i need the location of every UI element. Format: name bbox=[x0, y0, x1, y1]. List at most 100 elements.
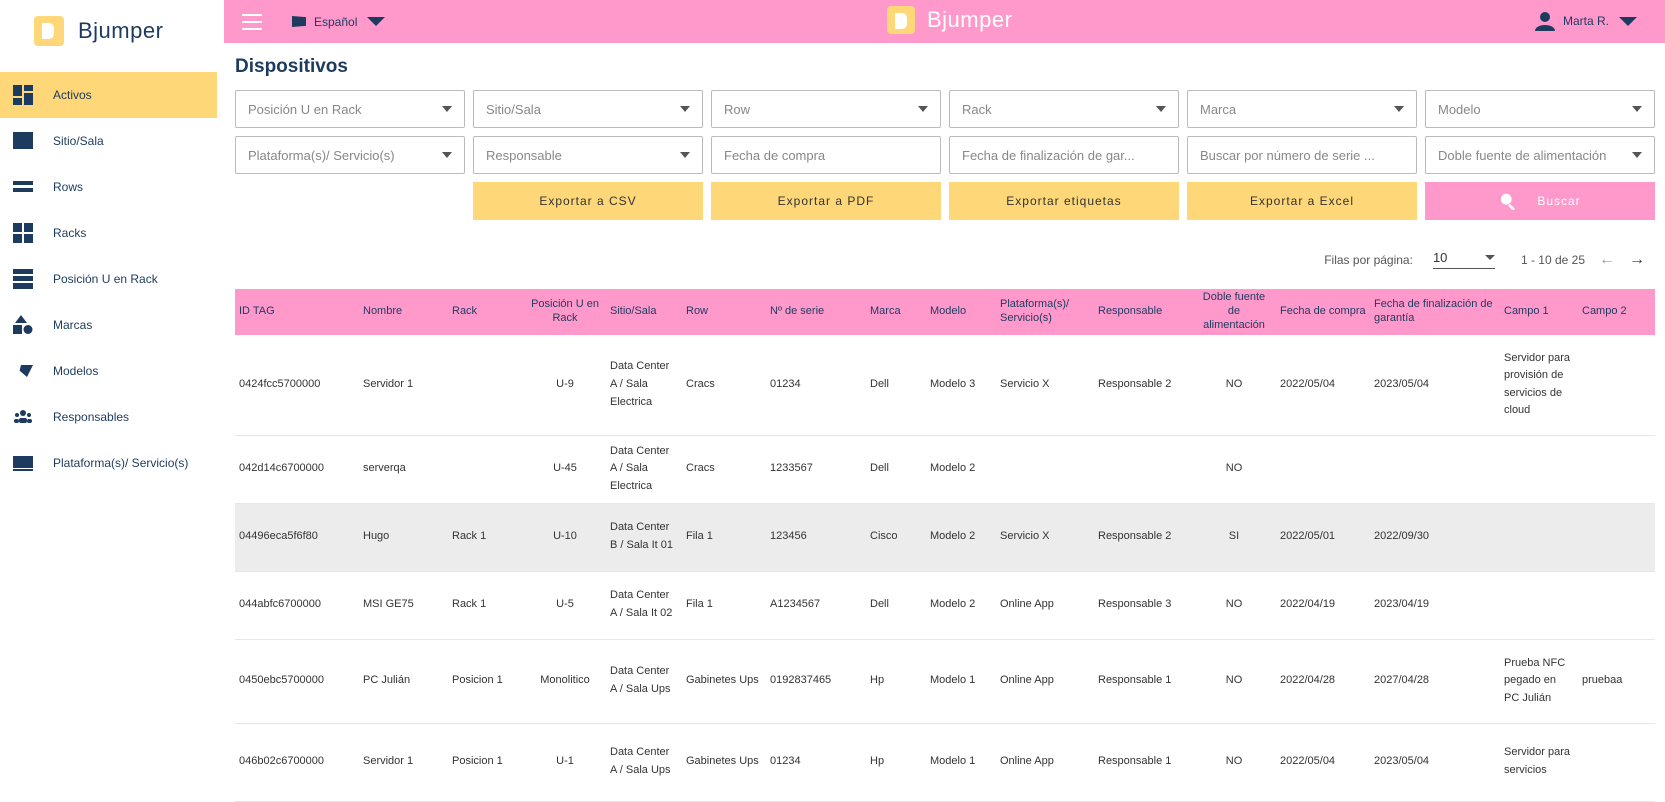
purchase-date-field[interactable] bbox=[724, 147, 928, 163]
filter-rack[interactable]: Rack bbox=[949, 90, 1179, 128]
column-header[interactable]: Nombre bbox=[359, 289, 448, 335]
table-cell: Servidor 1 bbox=[359, 723, 448, 802]
sidebar-item-modelos[interactable]: Modelos bbox=[0, 348, 217, 394]
model-icon bbox=[12, 360, 34, 382]
table-cell: Data Center A / Sala It 02 bbox=[606, 571, 682, 640]
column-header[interactable]: Nº de serie bbox=[766, 289, 866, 335]
export-excel-button[interactable]: Exportar a Excel bbox=[1187, 182, 1417, 220]
filter-doble-fuente[interactable]: Doble fuente de alimentación bbox=[1425, 136, 1655, 174]
language-label: Español bbox=[314, 14, 358, 29]
table-cell bbox=[1578, 723, 1655, 802]
column-header[interactable]: Sitio/Sala bbox=[606, 289, 682, 335]
export-csv-button[interactable]: Exportar a CSV bbox=[473, 182, 703, 220]
sidebar-item-racks[interactable]: Racks bbox=[0, 210, 217, 256]
next-page-icon[interactable]: → bbox=[1629, 251, 1645, 269]
sidebar-item-plataformas[interactable]: Plataforma(s)/ Servicio(s) bbox=[0, 440, 217, 486]
column-header[interactable]: Marca bbox=[866, 289, 926, 335]
table-cell bbox=[448, 335, 524, 436]
filter-sitio-sala[interactable]: Sitio/Sala bbox=[473, 90, 703, 128]
table-cell: Servicio X bbox=[996, 335, 1094, 436]
table-row[interactable]: 042d14c6700000 serverqa U-45 Data Center A … bbox=[235, 435, 1655, 504]
filters-panel: Posición U en Rack Sitio/Sala Row Rack M… bbox=[235, 90, 1665, 220]
column-header[interactable]: Doble fuente de alimentación bbox=[1192, 289, 1276, 335]
table-row[interactable]: 04496eca5f6f80 Hugo Rack 1 U-10 Data Center … bbox=[235, 503, 1655, 572]
monitor-icon bbox=[12, 452, 34, 474]
sidebar-item-label: Modelos bbox=[53, 364, 99, 378]
previous-page-icon[interactable]: ← bbox=[1599, 251, 1615, 269]
column-header[interactable]: Posición U en Rack bbox=[524, 289, 606, 335]
filter-modelo[interactable]: Modelo bbox=[1425, 90, 1655, 128]
table-cell: Modelo 2 bbox=[926, 571, 996, 640]
grid-icon bbox=[12, 222, 34, 244]
serial-search-input[interactable] bbox=[1187, 136, 1417, 174]
column-header[interactable]: Responsable bbox=[1094, 289, 1192, 335]
table-cell: 123456 bbox=[766, 503, 866, 572]
table-cell bbox=[1500, 571, 1578, 640]
dropdown-arrow-icon bbox=[442, 152, 452, 158]
column-header[interactable]: ID TAG bbox=[235, 289, 359, 335]
column-header[interactable]: Rack bbox=[448, 289, 524, 335]
export-pdf-button[interactable]: Exportar a PDF bbox=[711, 182, 941, 220]
bjumper-logo-icon bbox=[34, 16, 64, 46]
table-cell bbox=[1370, 435, 1500, 504]
table-cell: Responsable 1 bbox=[1094, 723, 1192, 802]
table-row[interactable]: 0450ebc5700000 PC Julián Posicion 1 Monolit… bbox=[235, 639, 1655, 724]
topbar-brand-name: Bjumper bbox=[927, 7, 1013, 32]
table-cell bbox=[1578, 435, 1655, 504]
chevron-down-icon bbox=[367, 17, 386, 26]
table-cell: Dell bbox=[866, 435, 926, 504]
table-cell: NO bbox=[1192, 639, 1276, 724]
table-row[interactable]: 044abfc6700000 MSI GE75 Rack 1 U-5 Data Cent… bbox=[235, 571, 1655, 640]
column-header[interactable]: Fecha de finalización de garantía bbox=[1370, 289, 1500, 335]
sidebar-item-posicion-u[interactable]: Posición U en Rack bbox=[0, 256, 217, 302]
devices-table: ID TAG Nombre Rack Posición U en Rack Si… bbox=[235, 289, 1655, 802]
table-cell: 2022/05/01 bbox=[1276, 503, 1370, 572]
user-menu[interactable]: Marta R. bbox=[1534, 11, 1637, 31]
table-cell: 04496eca5f6f80 bbox=[235, 503, 359, 572]
table-cell: Data Center A / Sala Electrica bbox=[606, 335, 682, 436]
table-cell: U-45 bbox=[524, 435, 606, 504]
column-header[interactable]: Campo 1 bbox=[1500, 289, 1578, 335]
table-row[interactable]: 046b02c6700000 Servidor 1 Posicion 1 U-1 Dat… bbox=[235, 723, 1655, 802]
filter-marca[interactable]: Marca bbox=[1187, 90, 1417, 128]
sidebar-item-label: Activos bbox=[53, 88, 92, 102]
column-header[interactable]: Fecha de compra bbox=[1276, 289, 1370, 335]
rows-per-page-select[interactable]: 10 bbox=[1432, 250, 1495, 269]
table-cell: serverqa bbox=[359, 435, 448, 504]
filter-row[interactable]: Row bbox=[711, 90, 941, 128]
table-cell: Servidor para provisión de servicios de … bbox=[1500, 335, 1578, 436]
sidebar-brand[interactable]: Bjumper bbox=[0, 0, 217, 62]
table-cell: Cisco bbox=[866, 503, 926, 572]
warranty-end-field[interactable] bbox=[962, 147, 1166, 163]
sidebar-item-activos[interactable]: Activos bbox=[0, 72, 217, 118]
serial-search-field[interactable] bbox=[1200, 147, 1404, 163]
table-cell bbox=[1578, 335, 1655, 436]
table-body: 0424fcc5700000 Servidor 1 U-9 Data Center A… bbox=[235, 335, 1655, 802]
column-header[interactable]: Plataforma(s)/ Servicio(s) bbox=[996, 289, 1094, 335]
search-button[interactable]: Buscar bbox=[1425, 182, 1655, 220]
language-selector[interactable]: Español bbox=[292, 14, 386, 29]
sidebar-item-responsables[interactable]: Responsables bbox=[0, 394, 217, 440]
topbar-brand: Bjumper bbox=[887, 6, 1012, 34]
filter-responsable[interactable]: Responsable bbox=[473, 136, 703, 174]
sidebar-item-rows[interactable]: Rows bbox=[0, 164, 217, 210]
export-labels-button[interactable]: Exportar etiquetas bbox=[949, 182, 1179, 220]
column-header[interactable]: Row bbox=[682, 289, 766, 335]
filter-plataforma[interactable]: Plataforma(s)/ Servicio(s) bbox=[235, 136, 465, 174]
table-cell: 044abfc6700000 bbox=[235, 571, 359, 640]
warranty-end-input[interactable] bbox=[949, 136, 1179, 174]
sidebar-item-marcas[interactable]: Marcas bbox=[0, 302, 217, 348]
table-cell: Data Center A / Sala Ups bbox=[606, 639, 682, 724]
filter-posicion-u[interactable]: Posición U en Rack bbox=[235, 90, 465, 128]
column-header[interactable]: Modelo bbox=[926, 289, 996, 335]
hamburger-menu-icon[interactable] bbox=[242, 13, 262, 30]
dashboard-grid-icon bbox=[12, 84, 34, 106]
purchase-date-input[interactable] bbox=[711, 136, 941, 174]
sidebar-item-label: Racks bbox=[53, 226, 87, 240]
sidebar-item-sitio-sala[interactable]: Sitio/Sala bbox=[0, 118, 217, 164]
dropdown-arrow-icon bbox=[918, 106, 928, 112]
sidebar-item-label: Responsables bbox=[53, 410, 130, 424]
column-header[interactable]: Campo 2 bbox=[1578, 289, 1655, 335]
table-row[interactable]: 0424fcc5700000 Servidor 1 U-9 Data Center A… bbox=[235, 335, 1655, 436]
table-cell bbox=[1500, 435, 1578, 504]
